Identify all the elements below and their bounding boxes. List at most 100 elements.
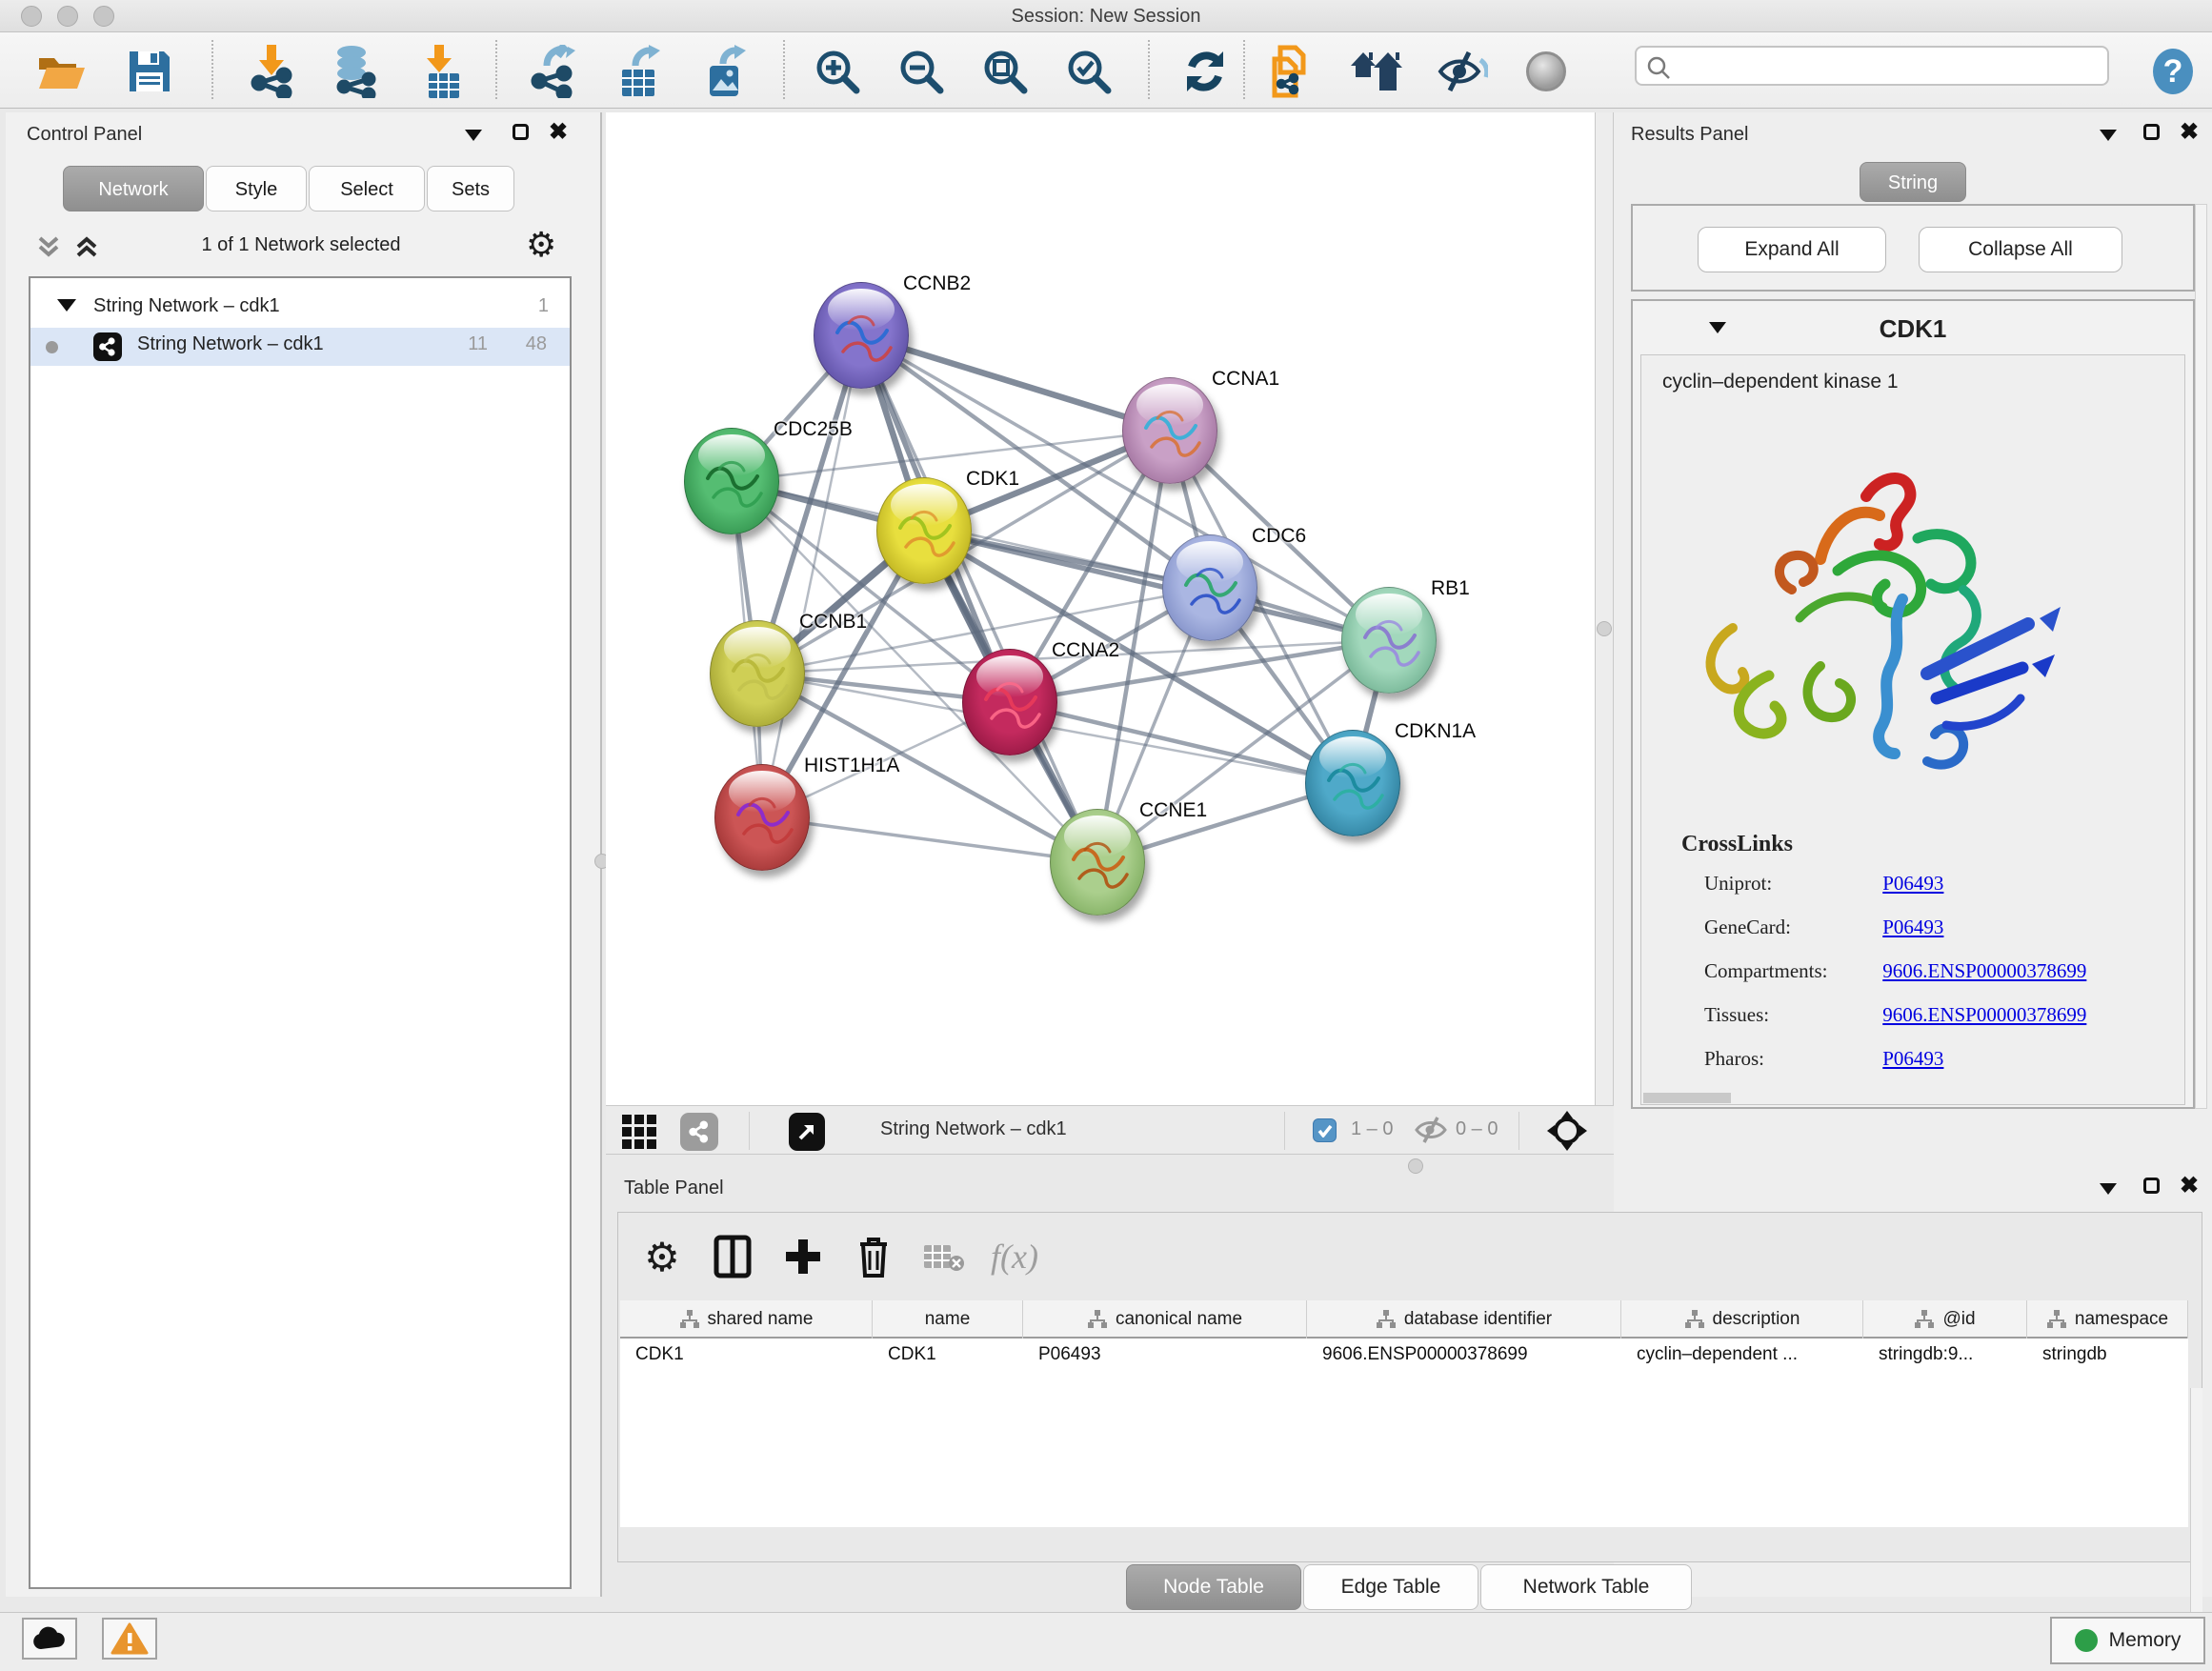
column-header-canonical-name[interactable]: canonical name (1023, 1300, 1307, 1339)
network-options-gear-icon[interactable]: ⚙ (526, 225, 556, 265)
expand-all-networks-icon[interactable] (34, 232, 63, 266)
protein-node-rb1[interactable] (1341, 587, 1437, 694)
control-panel-menu-icon[interactable] (465, 130, 482, 141)
show-columns-icon[interactable] (706, 1230, 759, 1283)
export-table-icon[interactable] (612, 44, 667, 99)
protein-node-cdc25b[interactable] (684, 428, 779, 534)
hide-unhide-icon[interactable] (1435, 44, 1490, 99)
export-network-icon[interactable] (526, 44, 581, 99)
column-header-description[interactable]: description (1621, 1300, 1863, 1339)
table-cell[interactable]: P06493 (1038, 1344, 1303, 1365)
tab-network-table[interactable]: Network Table (1480, 1564, 1692, 1610)
search-box[interactable] (1635, 46, 2109, 86)
gray-sphere-icon[interactable] (1518, 44, 1574, 99)
import-network-database-icon[interactable] (328, 44, 383, 99)
table-cell[interactable]: cyclin–dependent ... (1637, 1344, 1860, 1365)
table-gear-icon[interactable]: ⚙ (635, 1230, 689, 1283)
right-splitter-handle[interactable] (1597, 621, 1612, 636)
tab-network[interactable]: Network (63, 166, 204, 211)
crosslink-link[interactable]: 9606.ENSP00000378699 (1882, 1003, 2086, 1026)
zoom-fit-icon[interactable] (977, 44, 1033, 99)
crosslink-link[interactable]: P06493 (1882, 916, 1943, 938)
add-column-icon[interactable] (776, 1230, 830, 1283)
tab-sets[interactable]: Sets (427, 166, 514, 211)
protein-node-cdc6[interactable] (1162, 534, 1257, 641)
network-edge[interactable] (762, 817, 1097, 862)
results-panel-menu-icon[interactable] (2100, 130, 2117, 141)
network-canvas[interactable]: CCNB2 CCNA1 CDC25B CDK1 (606, 112, 1595, 1105)
column-header-namespace[interactable]: namespace (2027, 1300, 2188, 1339)
table-panel-close-icon[interactable]: ✖ (2180, 1178, 2199, 1194)
table-cell[interactable]: CDK1 (635, 1344, 869, 1365)
crosslink-link[interactable]: P06493 (1882, 872, 1943, 895)
column-header-@id[interactable]: @id (1863, 1300, 2027, 1339)
crosslinks-hscroll-thumb[interactable] (1643, 1093, 1731, 1103)
table-cell[interactable]: stringdb (2042, 1344, 2184, 1365)
import-network-file-icon[interactable] (244, 44, 299, 99)
refresh-view-icon[interactable] (1177, 44, 1233, 99)
tab-string-results[interactable]: String (1860, 162, 1966, 202)
tab-select[interactable]: Select (309, 166, 425, 211)
fit-selected-crosshair-icon[interactable] (1547, 1111, 1587, 1156)
column-header-database-identifier[interactable]: database identifier (1307, 1300, 1621, 1339)
protein-node-cdk1[interactable] (876, 477, 972, 584)
column-header-name[interactable]: name (873, 1300, 1023, 1339)
protein-node-ccnb2[interactable] (814, 282, 909, 389)
expand-all-button[interactable]: Expand All (1698, 227, 1886, 272)
save-session-icon[interactable] (122, 44, 177, 99)
string-view-icon[interactable] (680, 1113, 718, 1151)
zoom-selected-icon[interactable] (1061, 44, 1116, 99)
column-header-shared-name[interactable]: shared name (620, 1300, 873, 1339)
detach-view-icon[interactable] (789, 1113, 825, 1151)
network-edge[interactable] (861, 335, 1097, 862)
delete-column-icon[interactable] (847, 1230, 900, 1283)
string-home-icon[interactable] (1349, 44, 1404, 99)
table-cell[interactable]: 9606.ENSP00000378699 (1322, 1344, 1618, 1365)
results-panel-float-icon[interactable] (2143, 124, 2160, 140)
open-session-icon[interactable] (34, 44, 90, 99)
tab-edge-table[interactable]: Edge Table (1303, 1564, 1478, 1610)
crosslink-link[interactable]: 9606.ENSP00000378699 (1882, 959, 2086, 982)
protein-node-ccna1[interactable] (1122, 377, 1217, 484)
results-scrollbar[interactable] (2195, 204, 2207, 1109)
tab-style[interactable]: Style (206, 166, 307, 211)
function-builder-icon[interactable]: f(x) (988, 1230, 1041, 1283)
collapse-all-networks-icon[interactable] (72, 232, 101, 266)
crosslink-link[interactable]: P06493 (1882, 1047, 1943, 1070)
protein-node-ccne1[interactable] (1050, 809, 1145, 916)
table-vertical-scrollbar[interactable] (2190, 1388, 2202, 1615)
network-results-divider[interactable] (1595, 112, 1614, 1105)
tab-node-table[interactable]: Node Table (1126, 1564, 1301, 1610)
table-cell[interactable]: stringdb:9... (1879, 1344, 2023, 1365)
cloud-status-button[interactable] (22, 1618, 77, 1660)
network-edge[interactable] (762, 335, 861, 817)
selected-checkbox[interactable] (1313, 1118, 1337, 1142)
protein-node-cdkn1a[interactable] (1305, 730, 1400, 836)
collection-expand-icon[interactable] (57, 299, 76, 312)
zoom-in-icon[interactable] (810, 44, 865, 99)
export-image-icon[interactable] (697, 44, 753, 99)
import-table-icon[interactable] (412, 44, 467, 99)
network-row[interactable]: String Network – cdk1 11 48 (30, 328, 570, 366)
memory-button[interactable]: Memory (2050, 1617, 2205, 1664)
network-collection-row[interactable]: String Network – cdk1 1 (30, 290, 570, 328)
help-icon[interactable]: ? (2145, 44, 2201, 99)
collapse-all-button[interactable]: Collapse All (1919, 227, 2122, 272)
protein-node-ccnb1[interactable] (710, 620, 805, 727)
clone-network-icon[interactable] (1263, 44, 1318, 99)
protein-node-ccna2[interactable] (962, 649, 1057, 755)
protein-node-hist1h1a[interactable] (714, 764, 810, 871)
table-cell[interactable]: CDK1 (888, 1344, 1019, 1365)
warnings-button[interactable] (102, 1618, 157, 1660)
zoom-out-icon[interactable] (894, 44, 949, 99)
crosslink-label: Tissues: (1704, 1003, 1878, 1027)
delete-table-icon[interactable] (917, 1230, 971, 1283)
horizontal-splitter-handle[interactable] (1408, 1158, 1423, 1174)
table-panel-float-icon[interactable] (2143, 1178, 2160, 1194)
grid-view-icon[interactable] (621, 1114, 657, 1155)
control-panel-float-icon[interactable] (513, 124, 529, 140)
table-panel-menu-icon[interactable] (2100, 1183, 2117, 1195)
results-panel-close-icon[interactable]: ✖ (2180, 124, 2199, 140)
search-input[interactable] (1679, 50, 2098, 82)
control-panel-close-icon[interactable]: ✖ (549, 124, 568, 140)
